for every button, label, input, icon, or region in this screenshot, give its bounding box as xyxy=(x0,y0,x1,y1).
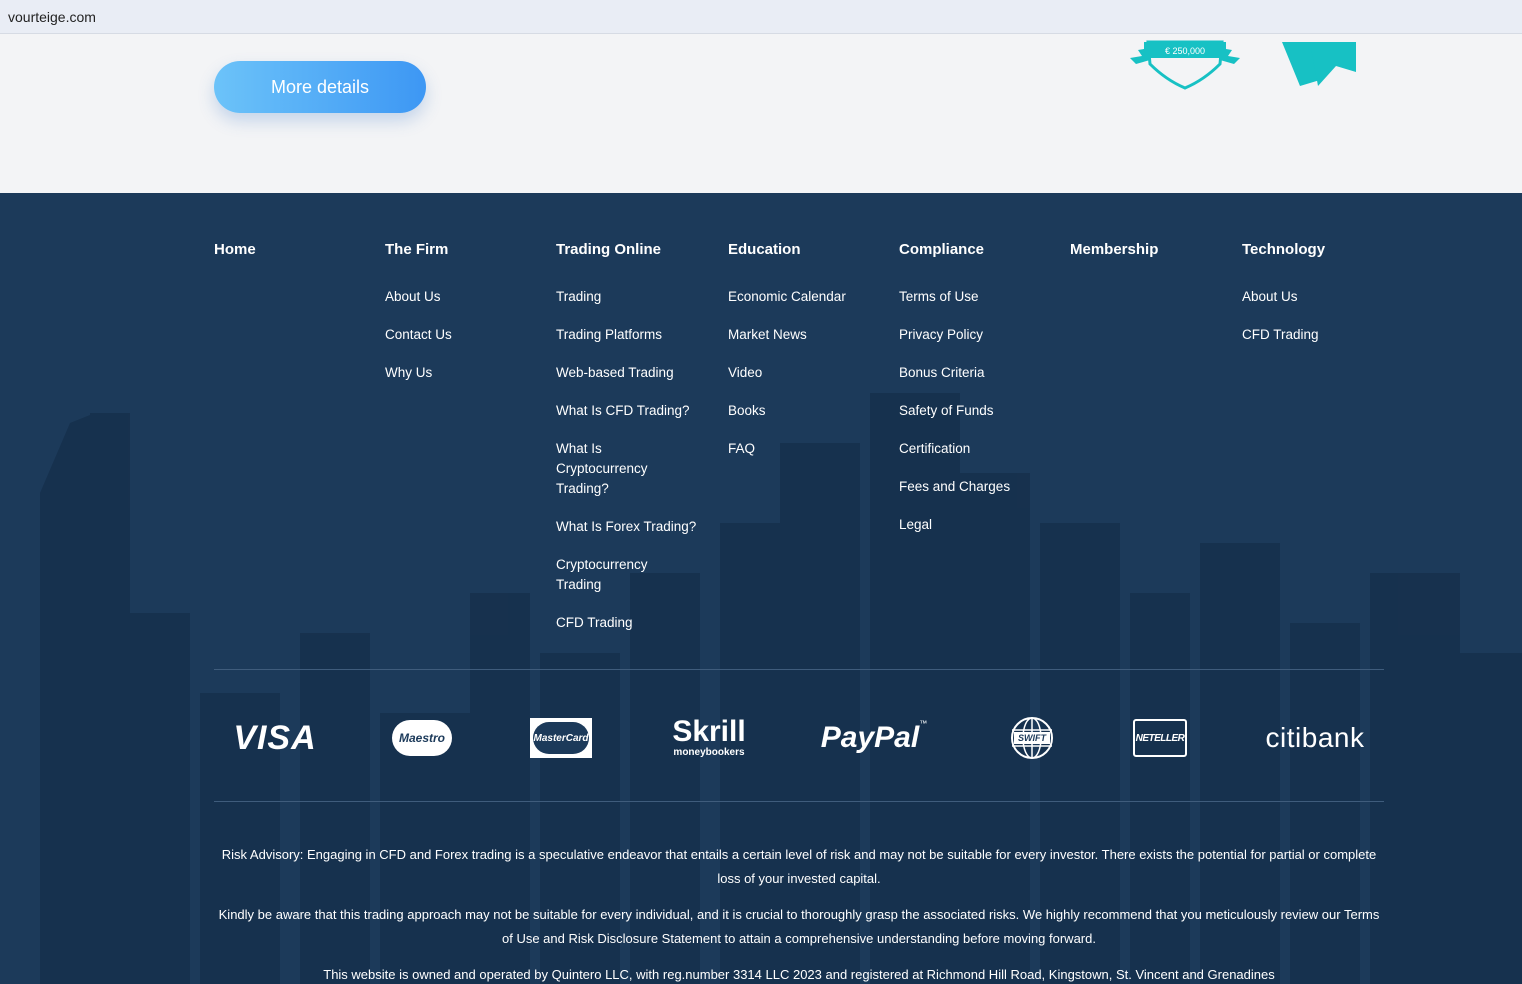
footer-link[interactable]: Web-based Trading xyxy=(556,363,706,383)
more-details-button[interactable]: More details xyxy=(214,61,426,113)
footer-link[interactable]: What Is Forex Trading? xyxy=(556,517,706,537)
paypal-logo: PayPal ™ xyxy=(820,719,928,754)
footer-heading-education[interactable]: Education xyxy=(728,241,888,259)
footer-divider xyxy=(214,801,1384,802)
skrill-logo: Skrill moneybookers xyxy=(672,715,746,759)
footer-link[interactable]: Trading xyxy=(556,287,706,307)
footer-heading-membership[interactable]: Membership xyxy=(1070,241,1230,259)
browser-address-bar[interactable]: vourteige.com xyxy=(0,0,1522,34)
footer-link[interactable]: CFD Trading xyxy=(1242,325,1392,345)
footer-link[interactable]: Terms of Use xyxy=(899,287,1049,307)
footer-link[interactable]: What Is Cryptocurrency Trading? xyxy=(556,439,666,499)
footer-heading-trading-online[interactable]: Trading Online xyxy=(556,241,716,259)
footer-link[interactable]: Books xyxy=(728,401,878,421)
site-footer: Home The Firm About Us Contact Us Why Us… xyxy=(0,193,1522,984)
footer-link[interactable]: Trading Platforms xyxy=(556,325,706,345)
mastercard-logo: MasterCard xyxy=(526,703,596,773)
footer-link[interactable]: CFD Trading xyxy=(556,613,706,633)
risk-advisory-text: Risk Advisory: Engaging in CFD and Forex… xyxy=(221,847,1377,886)
neteller-logo: NETELLER xyxy=(1132,703,1188,773)
footer-column-compliance: Compliance Terms of Use Privacy Policy B… xyxy=(899,241,1059,553)
award-shield-icon: € 250,000 xyxy=(1130,40,1240,90)
payment-methods: VISA Maestro MasterCard Skrill moneybook… xyxy=(214,703,1384,773)
footer-column-trading-online: Trading Online Trading Trading Platforms… xyxy=(556,241,716,651)
footer-link[interactable]: Certification xyxy=(899,439,1049,459)
footer-column-the-firm: The Firm About Us Contact Us Why Us xyxy=(385,241,545,401)
citibank-logo: citibank xyxy=(1265,722,1365,753)
footer-link[interactable]: Cryptocurrency Trading xyxy=(556,555,666,595)
footer-link[interactable]: Safety of Funds xyxy=(899,401,1049,421)
swift-logo: SWIFT xyxy=(1004,703,1060,773)
footer-heading-technology[interactable]: Technology xyxy=(1242,241,1402,259)
footer-heading-home[interactable]: Home xyxy=(214,241,374,259)
footer-link[interactable]: Fees and Charges xyxy=(899,477,1049,497)
footer-link[interactable]: About Us xyxy=(1242,287,1392,307)
footer-heading-compliance[interactable]: Compliance xyxy=(899,241,1059,259)
legal-disclaimer: Risk Advisory: Engaging in CFD and Forex… xyxy=(214,843,1384,984)
footer-link[interactable]: Market News xyxy=(728,325,878,345)
footer-column-education: Education Economic Calendar Market News … xyxy=(728,241,888,477)
footer-link[interactable]: What Is CFD Trading? xyxy=(556,401,706,421)
footer-link[interactable]: Contact Us xyxy=(385,325,535,345)
visa-logo: VISA xyxy=(233,718,317,757)
footer-column-membership: Membership xyxy=(1070,241,1230,259)
url-text[interactable]: vourteige.com xyxy=(8,9,96,25)
suitability-notice-text: Kindly be aware that this trading approa… xyxy=(218,907,1380,946)
footer-link[interactable]: Bonus Criteria xyxy=(899,363,1049,383)
footer-link[interactable]: About Us xyxy=(385,287,535,307)
footer-link[interactable]: Privacy Policy xyxy=(899,325,1049,345)
footer-link[interactable]: FAQ xyxy=(728,439,878,459)
ribbon-award-icon xyxy=(1282,42,1356,86)
badge-amount: € 250,000 xyxy=(1165,46,1205,56)
footer-link[interactable]: Legal xyxy=(899,515,1049,535)
footer-link-columns: Home The Firm About Us Contact Us Why Us… xyxy=(0,193,1522,673)
footer-link[interactable]: Video xyxy=(728,363,878,383)
maestro-logo: Maestro xyxy=(384,703,460,773)
footer-heading-the-firm[interactable]: The Firm xyxy=(385,241,545,259)
footer-divider xyxy=(214,669,1384,670)
footer-column-technology: Technology About Us CFD Trading xyxy=(1242,241,1402,363)
footer-link[interactable]: Why Us xyxy=(385,363,535,383)
footer-link[interactable]: Economic Calendar xyxy=(728,287,878,307)
footer-column-home: Home xyxy=(214,241,374,259)
company-registration-text: This website is owned and operated by Qu… xyxy=(323,967,1275,982)
